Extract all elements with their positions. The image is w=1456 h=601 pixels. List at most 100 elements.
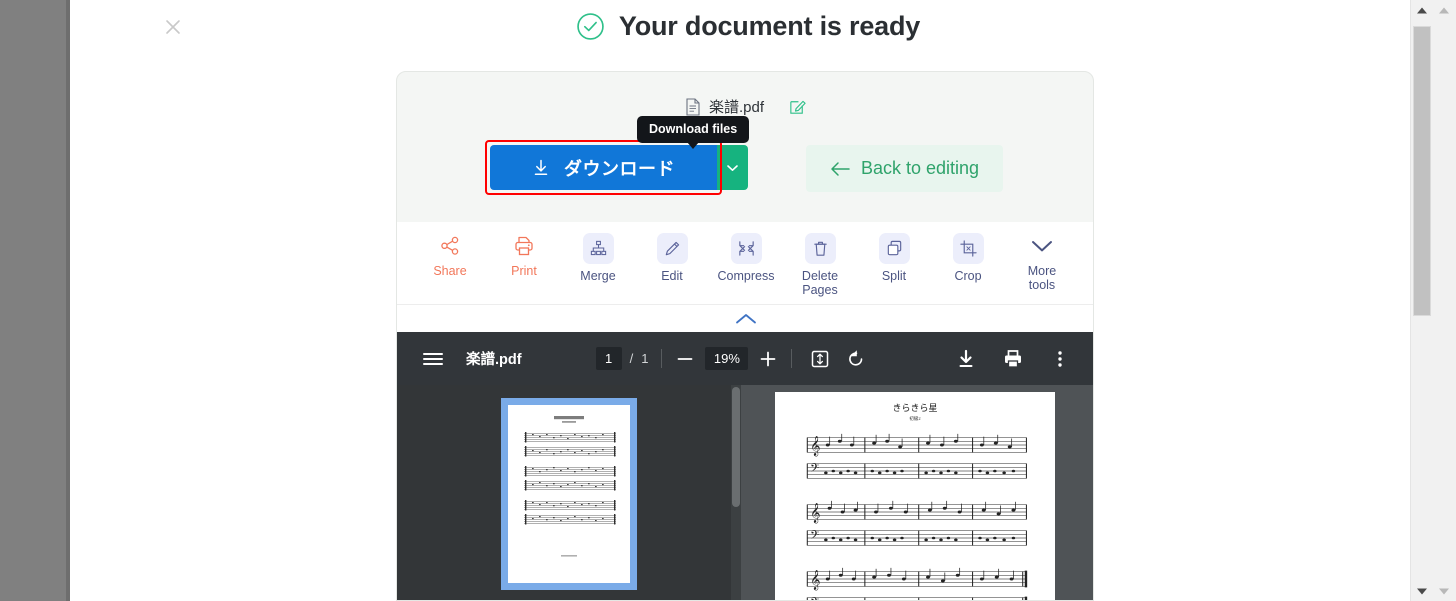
download-button-label: ダウンロード [564, 158, 675, 179]
more-options-button[interactable] [1049, 348, 1071, 370]
total-pages-label: 1 [641, 351, 649, 366]
zoom-level-label[interactable]: 19% [705, 347, 749, 370]
zoom-in-button[interactable] [758, 349, 778, 369]
result-card: 楽譜.pdf Download files ダウンロード Back to edi… [396, 71, 1094, 601]
svg-text:𝄞: 𝄞 [810, 437, 820, 457]
tools-strip: Share Print Merge Edit Compress Delete P… [397, 222, 1093, 304]
pdf-viewer: 楽譜.pdf / 1 19% [397, 332, 1093, 601]
tool-share[interactable]: Share [413, 233, 487, 278]
page-thumbnail-selected[interactable] [501, 398, 637, 590]
scroll-down-arrow-icon [1439, 588, 1449, 594]
thumbnail-scrollbar-thumb[interactable] [732, 387, 740, 507]
chevron-down-icon [1029, 233, 1055, 259]
outer-scrollbar[interactable] [1432, 0, 1456, 601]
svg-text:𝄢: 𝄢 [810, 462, 819, 478]
document-icon [686, 97, 700, 116]
back-to-editing-button[interactable]: Back to editing [805, 145, 1003, 192]
tool-label: Print [511, 264, 537, 278]
tool-more-tools[interactable]: More tools [1005, 233, 1079, 292]
inner-scroll-down-button[interactable] [1411, 581, 1432, 601]
svg-text:𝄞: 𝄞 [810, 504, 820, 524]
left-gutter [0, 0, 66, 601]
print-button[interactable] [1002, 348, 1024, 370]
staff-system-3: 𝄞 𝄢 [789, 566, 1041, 601]
pdf-toolbar: 楽譜.pdf / 1 19% [397, 332, 1093, 385]
pencil-icon [656, 233, 688, 264]
svg-text:𝄢: 𝄢 [810, 529, 819, 545]
zoom-out-button[interactable] [675, 349, 695, 369]
tool-merge[interactable]: Merge [561, 233, 635, 283]
tool-crop[interactable]: Crop [931, 233, 1005, 283]
tool-label: Compress [717, 269, 775, 283]
file-name-row: 楽譜.pdf [397, 96, 1093, 117]
inner-scroll-up-button[interactable] [1411, 0, 1432, 20]
page-navigation: / 1 [595, 347, 649, 370]
download-button-group: ダウンロード [484, 140, 748, 195]
share-nodes-icon [437, 233, 463, 259]
tool-label: Split [881, 269, 907, 283]
compress-icon [730, 233, 762, 264]
hamburger-menu-icon[interactable] [422, 348, 444, 370]
thumbnail-pane [397, 385, 741, 600]
page-canvas: Your document is ready 楽譜.pdf Download f… [70, 0, 1426, 601]
staff-system-1: 𝄞 𝄢 [789, 432, 1041, 489]
page-header: Your document is ready [70, 11, 1426, 42]
toolbar-divider [661, 349, 663, 368]
fit-page-button[interactable] [809, 348, 831, 370]
tool-label: Edit [661, 269, 683, 283]
check-circle-icon [577, 13, 604, 40]
tool-label: Crop [954, 269, 982, 283]
collapse-panel-button[interactable] [397, 304, 1093, 332]
thumbnail-sheet-music [508, 405, 630, 583]
thumbnail-scrollbar[interactable] [731, 385, 741, 600]
scroll-up-arrow-icon [1439, 7, 1449, 13]
split-icon [878, 233, 910, 264]
pdf-toolbar-right [955, 348, 1071, 370]
tool-label: Delete Pages [801, 269, 839, 297]
download-button[interactable]: ダウンロード [489, 145, 717, 190]
sheet-music-subtitle: 初級2 [909, 416, 921, 421]
download-button[interactable] [955, 348, 977, 370]
inner-scrollbar-thumb[interactable] [1413, 26, 1431, 316]
document-pane: きらきら星 初級2 𝄞 𝄢 𝄞 𝄢 𝄞 [741, 385, 1093, 601]
toolbar-divider [791, 349, 793, 368]
page-title: Your document is ready [618, 11, 921, 41]
merge-icon [582, 233, 614, 264]
svg-text:𝄢: 𝄢 [810, 596, 819, 601]
download-tooltip: Download files [637, 116, 750, 149]
document-page: きらきら星 初級2 𝄞 𝄢 𝄞 𝄢 𝄞 [775, 392, 1055, 601]
staff-system-2: 𝄞 𝄢 [789, 499, 1041, 556]
outer-scroll-down-button[interactable] [1432, 581, 1456, 601]
tool-split[interactable]: Split [857, 233, 931, 283]
download-options-button[interactable] [716, 145, 748, 190]
edit-pencil-icon[interactable] [788, 97, 807, 116]
page-separator: / [629, 351, 634, 366]
crop-icon [952, 233, 984, 264]
tool-compress[interactable]: Compress [709, 233, 783, 283]
trash-icon [804, 233, 836, 264]
inner-scrollbar[interactable] [1410, 0, 1432, 601]
pdf-viewer-body: きらきら星 初級2 𝄞 𝄢 𝄞 𝄢 𝄞 [397, 385, 1093, 601]
tool-label: Share [433, 264, 467, 278]
back-to-editing-label: Back to editing [860, 158, 980, 178]
arrow-left-icon [831, 161, 850, 176]
music-staff: 𝄞 𝄢 [806, 500, 1027, 546]
chevron-up-icon [736, 313, 756, 323]
scroll-up-arrow-icon [1416, 7, 1427, 13]
scroll-down-arrow-icon [1416, 588, 1427, 594]
tool-label: Merge [580, 269, 616, 283]
tool-print[interactable]: Print [487, 233, 561, 278]
chevron-down-icon [726, 164, 738, 171]
tool-label: More tools [1027, 264, 1057, 292]
download-arrow-icon [534, 159, 548, 175]
outer-scroll-up-button[interactable] [1432, 0, 1456, 20]
printer-icon [511, 233, 537, 259]
svg-text:𝄞: 𝄞 [810, 571, 820, 591]
current-page-input[interactable] [595, 347, 622, 370]
sheet-music-title: きらきら星 [892, 403, 938, 413]
music-staff: 𝄞 𝄢 [806, 433, 1027, 479]
rotate-button[interactable] [845, 348, 867, 370]
tool-edit[interactable]: Edit [635, 233, 709, 283]
tool-delete-pages[interactable]: Delete Pages [783, 233, 857, 297]
action-row: ダウンロード Back to editing [397, 140, 1093, 195]
